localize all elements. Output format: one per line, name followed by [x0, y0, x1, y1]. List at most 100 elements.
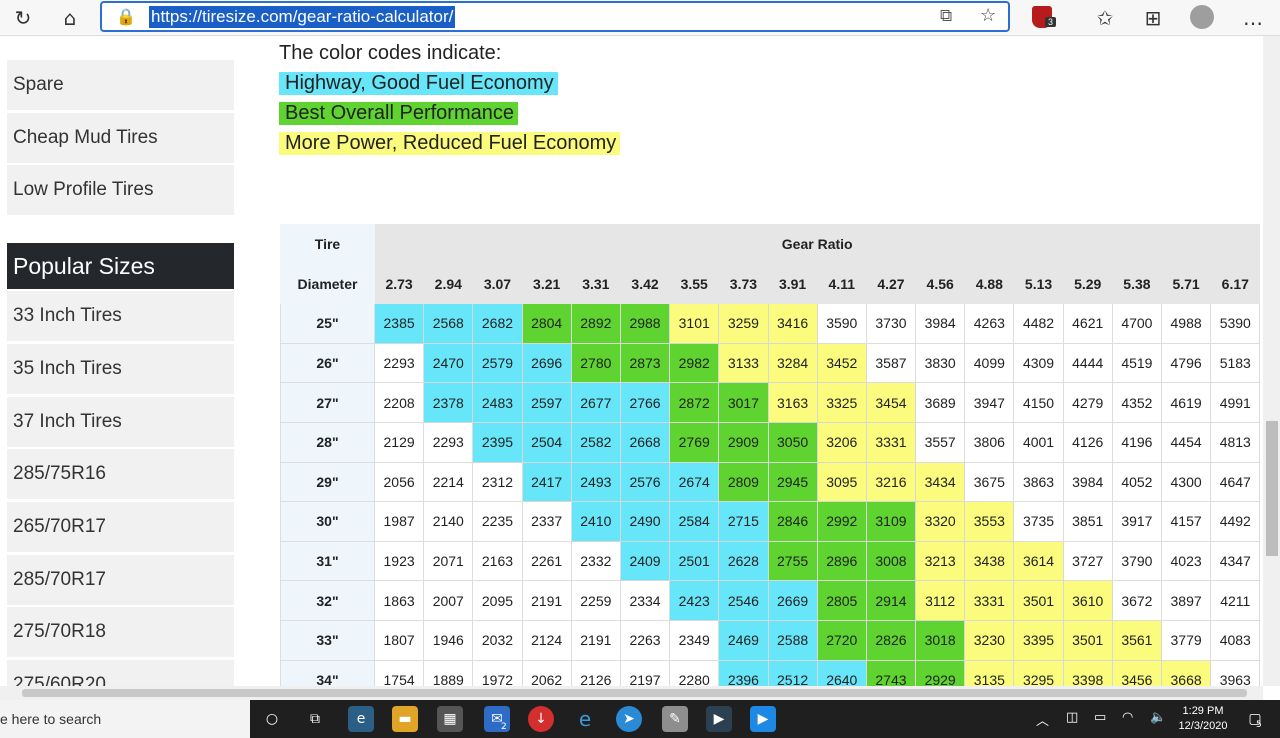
app-icon[interactable]: ▶: [706, 706, 732, 732]
refresh-icon[interactable]: ↻: [8, 3, 38, 33]
rpm-cell: 4157: [1160, 501, 1212, 542]
tire-diameter-cell: 31": [280, 540, 375, 582]
rpm-cell: 3897: [1160, 580, 1212, 621]
sidebar-item-285-70r17[interactable]: 285/70R17: [7, 555, 234, 605]
rpm-cell: 2982: [669, 342, 720, 384]
gear-ratio-3-73: 3.73: [718, 263, 769, 305]
battery-icon[interactable]: ▭: [1094, 710, 1106, 725]
notification-center-icon[interactable]: ▢: [1242, 706, 1268, 732]
table-row: 33" 1807 1946 2032 2124 2191 2263 2349 2469 2588 2…: [280, 619, 1261, 661]
show-hidden-icons-icon[interactable]: ︿: [1036, 710, 1049, 729]
rpm-cell: 3452: [816, 342, 867, 384]
rpm-cell: 2588: [767, 619, 818, 661]
rpm-cell: 3331: [865, 421, 917, 463]
rpm-cell: 2062: [521, 659, 572, 686]
rpm-cell: 2396: [718, 659, 769, 686]
rpm-cell: 4352: [1111, 382, 1163, 423]
taskbar-clock[interactable]: 1:29 PM 12/3/2020: [1172, 704, 1234, 734]
more-menu-icon[interactable]: …: [1238, 3, 1268, 33]
rpm-cell: 2280: [669, 659, 720, 686]
taskbar-search-input[interactable]: e here to search: [0, 700, 250, 738]
rpm-cell: 4052: [1111, 461, 1163, 503]
paint-icon[interactable]: ✎: [662, 706, 688, 732]
rpm-cell: 3735: [1013, 501, 1064, 542]
windows-taskbar: e here to search ○ ⧉ e ▬ ▦ ✉ 2 ↓ e ➤ ✎ ▶…: [0, 700, 1280, 738]
rpm-cell: 3590: [816, 303, 867, 344]
compass-icon[interactable]: ➤: [616, 706, 642, 732]
sidebar-item-35-inch[interactable]: 35 Inch Tires: [7, 344, 234, 394]
rpm-cell: 3206: [816, 421, 867, 463]
sidebar-item-275-60r20[interactable]: 275/60R20: [7, 660, 234, 686]
rpm-cell: 2417: [521, 461, 572, 503]
rpm-cell: 3284: [767, 342, 818, 384]
volume-icon[interactable]: 🔈: [1150, 710, 1166, 725]
horizontal-scroll-thumb[interactable]: [22, 689, 1247, 697]
meet-now-icon[interactable]: ◫: [1066, 710, 1078, 725]
rpm-cell: 3790: [1111, 540, 1163, 582]
rpm-cell: 2191: [521, 580, 572, 621]
collections-icon[interactable]: ⊞: [1138, 3, 1168, 33]
rpm-cell: 1807: [373, 619, 425, 661]
file-explorer-icon[interactable]: ▬: [392, 706, 418, 732]
rpm-cell: 2914: [865, 580, 917, 621]
horizontal-scrollbar[interactable]: [0, 686, 1263, 700]
rpm-cell: 2197: [619, 659, 671, 686]
task-view-icon[interactable]: ⧉: [302, 706, 328, 732]
video-app-icon[interactable]: ▶: [750, 706, 776, 732]
rpm-cell: 2378: [423, 382, 474, 423]
rpm-cell: 2668: [619, 421, 671, 463]
address-bar[interactable]: 🔒 https://tiresize.com/gear-ratio-calcul…: [100, 1, 1010, 32]
vertical-scrollbar[interactable]: [1263, 36, 1280, 686]
store-icon[interactable]: ▦: [437, 706, 463, 732]
rpm-cell: 2469: [718, 619, 769, 661]
profile-avatar[interactable]: [1190, 5, 1214, 29]
sidebar-item-spare[interactable]: Spare: [7, 60, 234, 110]
rpm-cell: 2259: [570, 580, 621, 621]
rpm-cell: 3917: [1111, 501, 1163, 542]
internet-explorer-icon[interactable]: e: [572, 706, 598, 732]
cortana-icon[interactable]: ○: [259, 706, 285, 732]
rpm-cell: 2071: [423, 540, 474, 582]
tire-diameter-cell: 32": [280, 580, 375, 621]
rpm-cell: 4263: [964, 303, 1015, 344]
gear-ratio-5-13: 5.13: [1013, 263, 1064, 305]
sidebar-item-low-profile-tires[interactable]: Low Profile Tires: [7, 165, 234, 215]
download-icon[interactable]: ↓: [528, 706, 554, 732]
rpm-cell: 2809: [718, 461, 769, 503]
gear-ratio-3-21: 3.21: [521, 263, 572, 305]
favorites-icon[interactable]: ✩: [1090, 3, 1120, 33]
rpm-cell: 2720: [816, 619, 867, 661]
sidebar-item-37-inch[interactable]: 37 Inch Tires: [7, 397, 234, 447]
rpm-cell: 2846: [767, 501, 818, 542]
sidebar-item-cheap-mud-tires[interactable]: Cheap Mud Tires: [7, 113, 234, 163]
rpm-cell: 3610: [1062, 580, 1113, 621]
rpm-cell: 4279: [1062, 382, 1113, 423]
read-aloud-icon[interactable]: ⧉: [940, 6, 952, 26]
rpm-cell: 3095: [816, 461, 867, 503]
rpm-cell: 2032: [472, 619, 523, 661]
rpm-cell: 2208: [373, 382, 425, 423]
edge-icon[interactable]: e: [348, 706, 374, 732]
rpm-cell: 3553: [964, 501, 1015, 542]
extension-count-badge: 3: [1045, 17, 1057, 27]
gear-ratio-3-07: 3.07: [472, 263, 523, 305]
sidebar-item-33-inch[interactable]: 33 Inch Tires: [7, 291, 234, 341]
rpm-cell: 2349: [669, 619, 720, 661]
rpm-cell: 2896: [816, 540, 867, 582]
rpm-cell: 2410: [570, 501, 621, 542]
rpm-cell: 4988: [1160, 303, 1212, 344]
gear-ratio-2-73: 2.73: [373, 263, 425, 305]
url-text[interactable]: https://tiresize.com/gear-ratio-calculat…: [149, 6, 456, 28]
rpm-cell: 3325: [816, 382, 867, 423]
wifi-icon[interactable]: ◠: [1122, 710, 1133, 725]
rpm-cell: 3947: [964, 382, 1015, 423]
sidebar-item-275-70r18[interactable]: 275/70R18: [7, 607, 234, 657]
rpm-cell: 2095: [472, 580, 523, 621]
home-icon[interactable]: ⌂: [55, 3, 85, 33]
rpm-cell: 3806: [964, 421, 1015, 463]
vertical-scroll-thumb[interactable]: [1266, 421, 1278, 556]
favorite-star-icon[interactable]: ☆: [980, 5, 996, 26]
rpm-cell: 2992: [816, 501, 867, 542]
sidebar-item-285-75r16[interactable]: 285/75R16: [7, 449, 234, 499]
sidebar-item-265-70r17[interactable]: 265/70R17: [7, 502, 234, 552]
